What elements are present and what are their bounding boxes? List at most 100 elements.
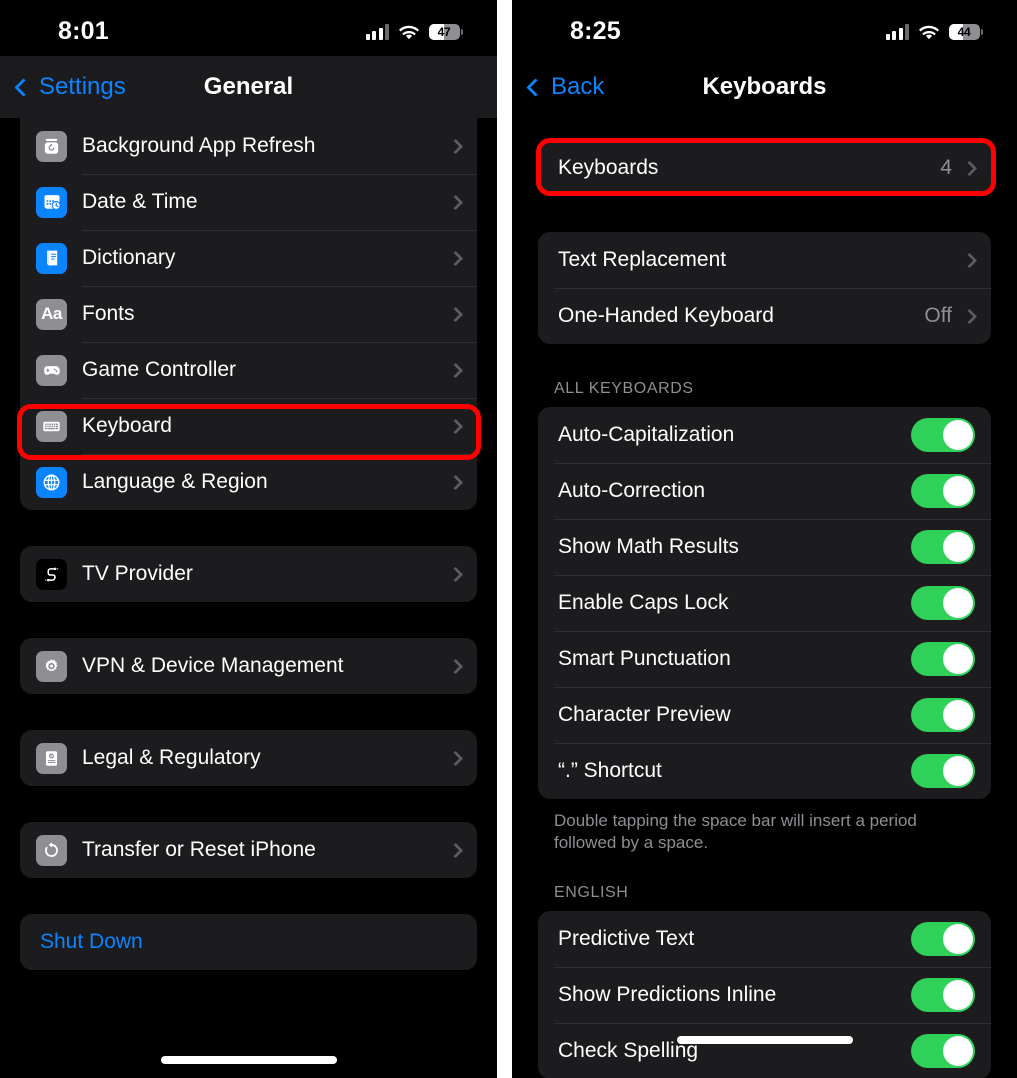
- left-settings-list[interactable]: Background App Refresh Date & Time Dicti…: [0, 118, 497, 970]
- row-label: Keyboards: [558, 156, 659, 179]
- chevron-right-icon: [447, 658, 464, 674]
- settings-row-auto-correction[interactable]: Auto-Correction: [538, 463, 991, 519]
- battery-percent: 47: [437, 24, 451, 39]
- settings-row-legal-regulatory[interactable]: Legal & Regulatory: [20, 730, 477, 786]
- date-and-time-icon: [36, 186, 67, 218]
- row-label: Fonts: [82, 302, 135, 325]
- settings-group-legal: Legal & Regulatory: [20, 730, 477, 786]
- settings-row-character-preview[interactable]: Character Preview: [538, 687, 991, 743]
- settings-row-period-shortcut[interactable]: “.” Shortcut: [538, 743, 991, 799]
- settings-row-enable-caps-lock[interactable]: Enable Caps Lock: [538, 575, 991, 631]
- row-label: TV Provider: [82, 562, 193, 585]
- home-indicator: [676, 1036, 853, 1044]
- settings-row-date-and-time[interactable]: Date & Time: [20, 174, 477, 230]
- fonts-icon: Aa: [36, 298, 67, 330]
- settings-row-show-predictions-inline[interactable]: Show Predictions Inline: [538, 967, 991, 1023]
- chevron-right-icon: [961, 160, 978, 176]
- toggle-period-shortcut[interactable]: [911, 754, 975, 788]
- toggle-show-predictions-inline[interactable]: [911, 978, 975, 1013]
- chevron-right-icon: [961, 252, 978, 268]
- row-label: Text Replacement: [558, 248, 727, 271]
- row-label: Legal & Regulatory: [82, 746, 261, 769]
- screenshot-stage: 8:01 47 Settings General Background App …: [0, 0, 1017, 1078]
- wifi-icon: [918, 24, 940, 40]
- toggle-character-preview[interactable]: [911, 698, 975, 732]
- footnote-period-shortcut: Double tapping the space bar will insert…: [554, 811, 917, 853]
- row-label: Show Predictions Inline: [558, 983, 777, 1007]
- chevron-right-icon: [447, 842, 464, 858]
- chevron-right-icon: [447, 418, 464, 434]
- transfer-reset-iphone-icon: [36, 834, 67, 866]
- row-label: Character Preview: [558, 703, 731, 726]
- row-label: Transfer or Reset iPhone: [82, 838, 316, 861]
- settings-row-transfer-or-reset-iphone[interactable]: Transfer or Reset iPhone: [20, 822, 477, 878]
- toggle-check-spelling[interactable]: [911, 1034, 975, 1069]
- row-label: Background App Refresh: [82, 134, 316, 157]
- toggle-predictive-text[interactable]: [911, 922, 975, 957]
- legal-regulatory-icon: [36, 742, 67, 774]
- left-status-bar: 8:01 47: [0, 0, 497, 56]
- settings-row-tv-provider[interactable]: TV Provider: [20, 546, 477, 602]
- settings-group-all-keyboards: Auto-Capitalization Auto-Correction Show…: [538, 407, 991, 799]
- toggle-enable-caps-lock[interactable]: [911, 586, 975, 620]
- settings-row-keyboard[interactable]: Keyboard: [20, 398, 477, 454]
- toggle-show-math-results[interactable]: [911, 530, 975, 564]
- chevron-right-icon: [447, 566, 464, 582]
- row-label: Enable Caps Lock: [558, 591, 729, 614]
- left-nav-bar: Settings General: [0, 56, 497, 118]
- settings-row-one-handed-keyboard[interactable]: One-Handed Keyboard Off: [538, 288, 991, 344]
- chevron-right-icon: [447, 362, 464, 378]
- right-settings-list[interactable]: Keyboards 4 Text Replacement One-Handed …: [512, 118, 1017, 1078]
- settings-row-game-controller[interactable]: Game Controller: [20, 342, 477, 398]
- chevron-left-icon: [526, 77, 545, 97]
- settings-row-dictionary[interactable]: Dictionary: [20, 230, 477, 286]
- back-button-label: Back: [551, 73, 605, 100]
- row-label: Auto-Correction: [558, 479, 706, 502]
- settings-group-english: Predictive Text Show Predictions Inline …: [538, 911, 991, 1078]
- row-label: Date & Time: [82, 190, 198, 213]
- toggle-smart-punctuation[interactable]: [911, 642, 975, 676]
- language-and-region-icon: [36, 466, 67, 498]
- settings-row-auto-capitalization[interactable]: Auto-Capitalization: [538, 407, 991, 463]
- cellular-bars-icon: [885, 23, 909, 40]
- chevron-right-icon: [447, 306, 464, 322]
- settings-row-vpn-device-management[interactable]: VPN & Device Management: [20, 638, 477, 694]
- settings-row-predictive-text[interactable]: Predictive Text: [538, 911, 991, 967]
- settings-row-background-app-refresh[interactable]: Background App Refresh: [20, 118, 477, 174]
- back-button[interactable]: Back: [524, 73, 604, 101]
- keyboard-icon: [36, 410, 67, 442]
- settings-row-fonts[interactable]: Aa Fonts: [20, 286, 477, 342]
- settings-row-check-spelling[interactable]: Check Spelling: [538, 1023, 991, 1078]
- right-status-bar: 8:25 44: [512, 0, 1017, 56]
- chevron-right-icon: [447, 750, 464, 766]
- row-label: One-Handed Keyboard: [558, 304, 774, 327]
- settings-row-smart-punctuation[interactable]: Smart Punctuation: [538, 631, 991, 687]
- settings-row-show-math-results[interactable]: Show Math Results: [538, 519, 991, 575]
- game-controller-icon: [36, 354, 67, 386]
- row-value-count: 4: [940, 156, 952, 179]
- home-indicator: [160, 1056, 337, 1064]
- settings-group-text: Text Replacement One-Handed Keyboard Off: [538, 232, 991, 344]
- shut-down-button[interactable]: Shut Down: [20, 914, 477, 970]
- row-label: Predictive Text: [558, 927, 695, 951]
- chevron-left-icon: [14, 77, 33, 97]
- settings-row-text-replacement[interactable]: Text Replacement: [538, 232, 991, 288]
- row-label: Game Controller: [82, 358, 237, 381]
- settings-group-transfer-reset: Transfer or Reset iPhone: [20, 822, 477, 878]
- row-label: Shut Down: [40, 930, 143, 953]
- chevron-right-icon: [447, 194, 464, 210]
- settings-row-keyboards[interactable]: Keyboards 4: [538, 140, 991, 196]
- back-to-settings-button[interactable]: Settings: [12, 73, 126, 101]
- left-phone-screen: 8:01 47 Settings General Background App …: [0, 0, 497, 1078]
- wifi-icon: [398, 24, 420, 40]
- toggle-auto-correction[interactable]: [911, 474, 975, 508]
- battery-icon: 47: [429, 23, 463, 40]
- section-header-english: ENGLISH: [554, 884, 629, 902]
- settings-group-general: Background App Refresh Date & Time Dicti…: [20, 118, 477, 510]
- row-label: Keyboard: [82, 414, 172, 437]
- chevron-right-icon: [961, 308, 978, 324]
- settings-row-language-and-region[interactable]: Language & Region: [20, 454, 477, 510]
- toggle-auto-capitalization[interactable]: [911, 418, 975, 452]
- chevron-right-icon: [447, 138, 464, 154]
- background-app-refresh-icon: [36, 130, 67, 162]
